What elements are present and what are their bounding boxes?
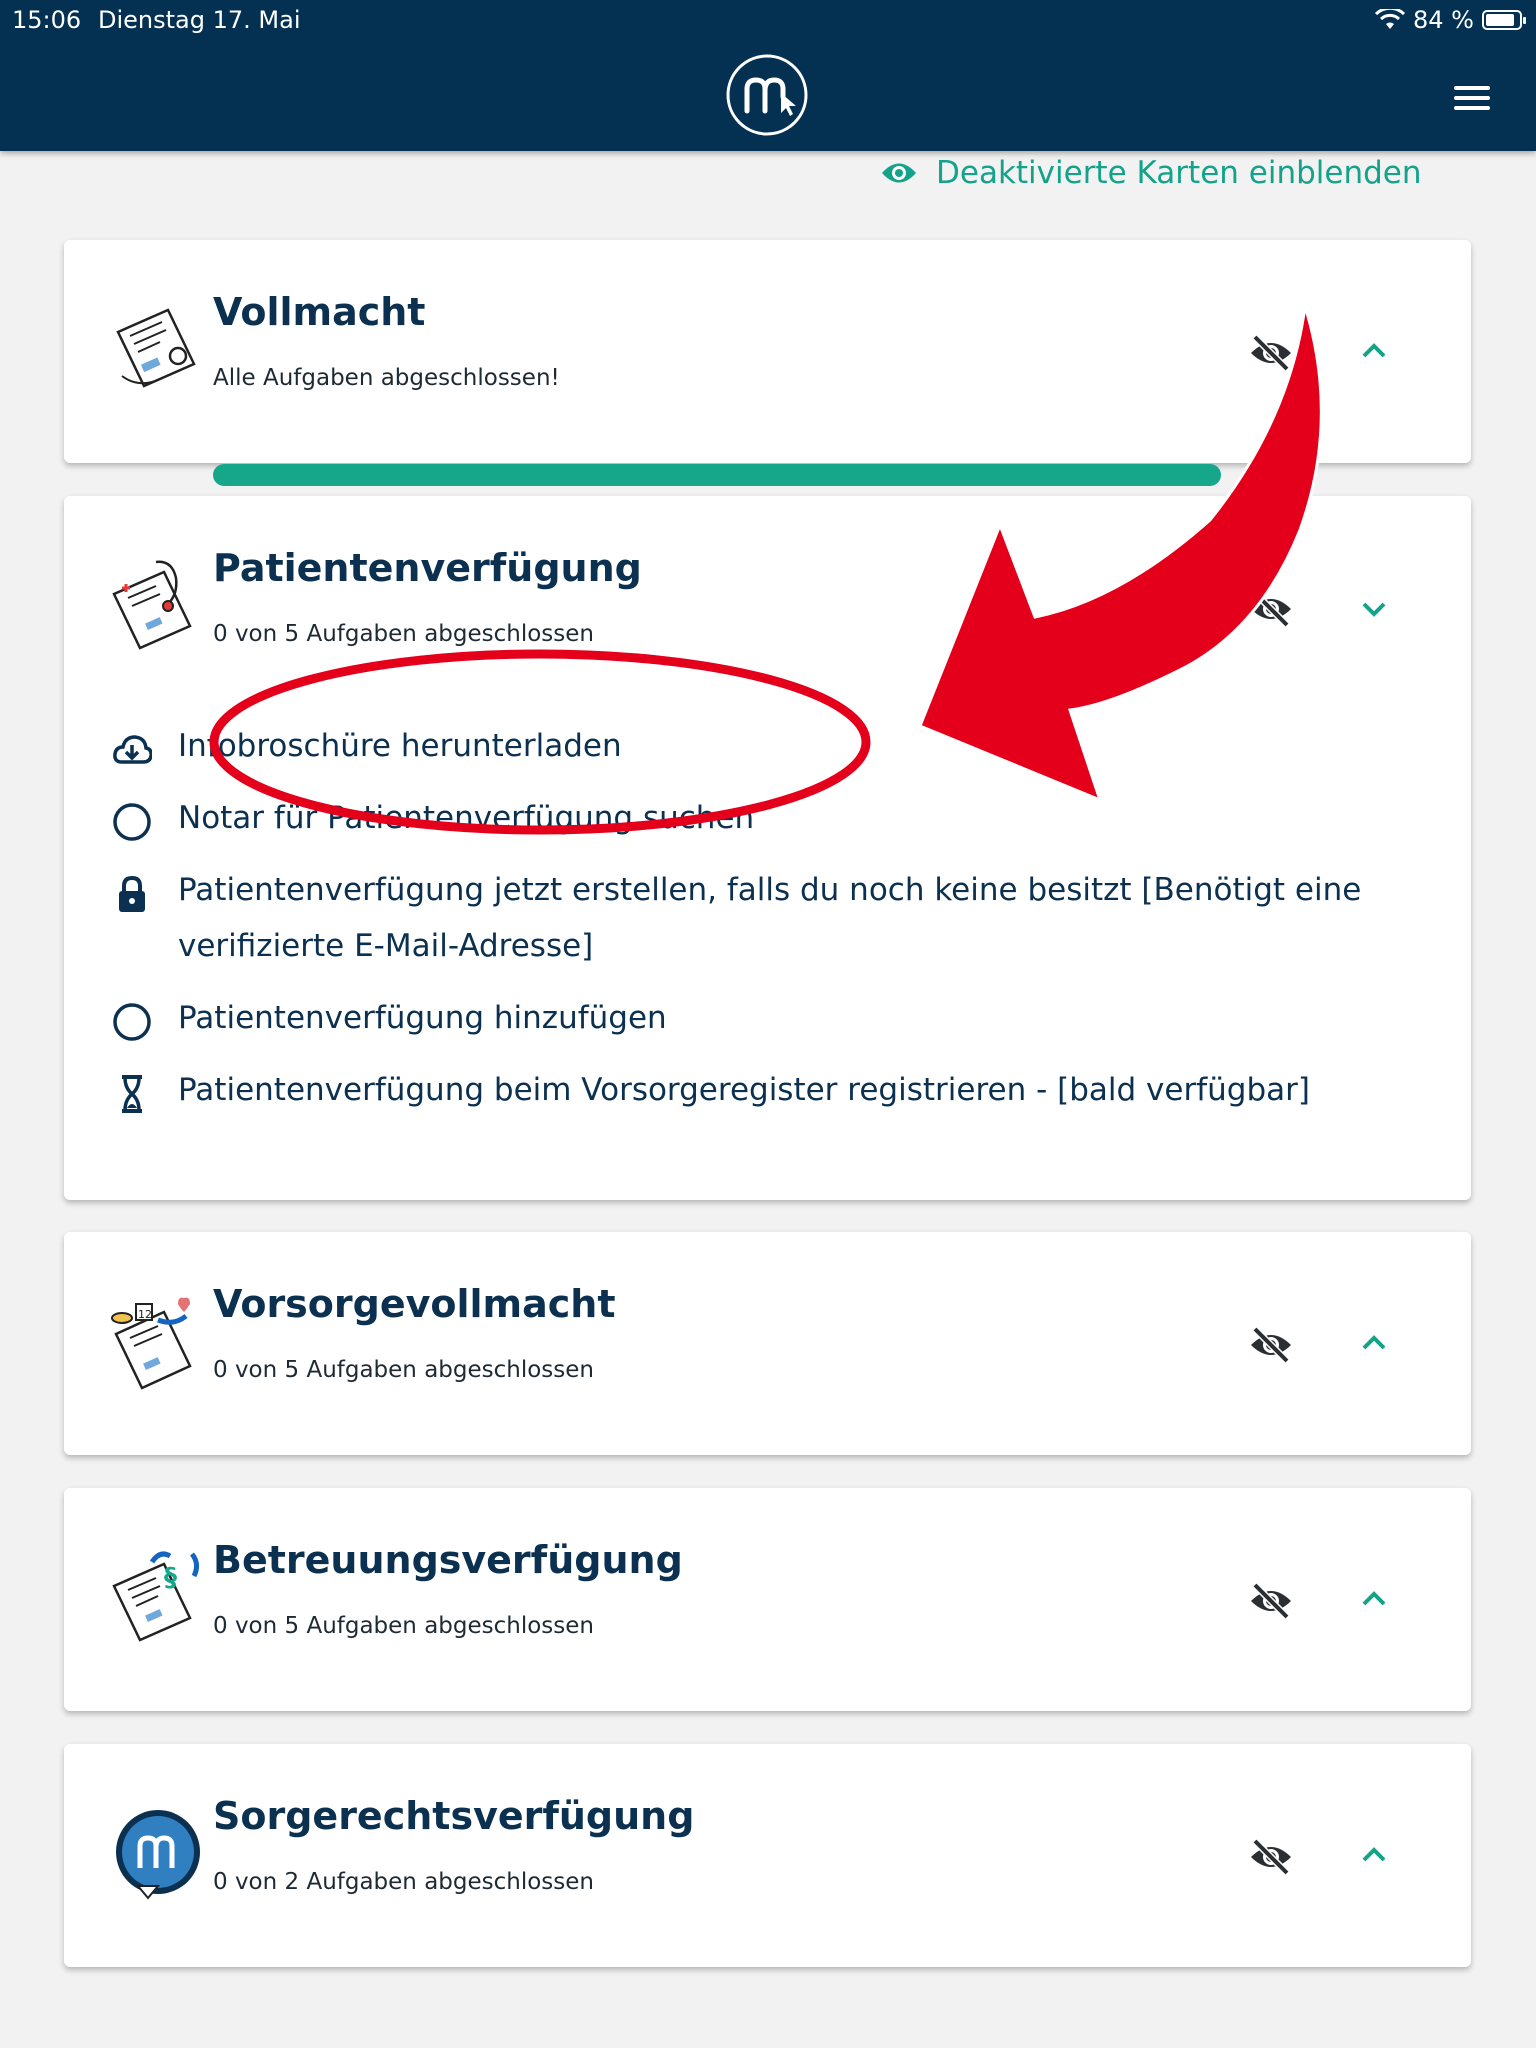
wifi-icon [1375,9,1406,29]
card-subtitle: 0 von 5 Aufgaben abgeschlossen [213,621,595,647]
show-disabled-label: Deaktivierte Karten einblenden [936,155,1422,191]
chevron-up-icon[interactable] [1356,334,1392,370]
card-subtitle: Alle Aufgaben abgeschlossen! [213,365,560,391]
menu-line [1454,86,1490,90]
hide-card-icon[interactable] [1247,329,1295,377]
menu-line [1454,96,1490,100]
hourglass-icon [122,1075,142,1113]
lock-icon [119,875,145,912]
chevron-up-icon[interactable] [1356,1326,1392,1362]
card-subtitle: 0 von 5 Aufgaben abgeschlossen [213,1357,595,1383]
card-title: Patientenverfügung [213,546,642,590]
menu-button[interactable] [1446,80,1496,116]
chevron-down-icon[interactable] [1356,590,1392,626]
cloud-download-icon [113,735,152,764]
status-date: Dienstag 17. Mai [98,6,301,34]
svg-text:§: § [164,1563,177,1593]
app-header: 15:06 Dienstag 17. Mai 84 % [0,0,1536,151]
menu-line [1454,106,1490,110]
task-label: Infobroschüre herunterladen [178,728,622,764]
document-paragraph-icon: § [112,1551,200,1642]
task-label: Notar für Patientenverfügung suchen [178,800,755,836]
battery-icon [1482,10,1526,30]
circle-icon[interactable] [112,802,152,842]
card-vorsorgevollmacht[interactable]: 12 Vorsorgevollmacht 0 von 5 Aufgaben ab… [64,1232,1471,1455]
hide-card-icon[interactable] [1247,1833,1295,1881]
eye-icon [882,163,916,183]
task-label: Patientenverfügung beim Vorsorgeregister… [178,1072,1310,1108]
circle-icon[interactable] [112,1002,152,1042]
card-title: Vollmacht [213,290,426,334]
status-time: 15:06 [12,6,82,34]
mein-logo-icon[interactable] [725,53,809,137]
hide-card-icon[interactable] [1247,585,1295,633]
chevron-up-icon[interactable] [1356,1838,1392,1874]
task-label: Patientenverfügung hinzufügen [178,1000,667,1036]
card-title: Vorsorgevollmacht [213,1282,616,1326]
hide-card-icon[interactable] [1247,1577,1295,1625]
card-title: Sorgerechtsverfügung [213,1794,695,1838]
chevron-up-icon[interactable] [1356,1582,1392,1618]
document-seal-icon [116,308,196,388]
status-right: 84 % [1375,6,1526,34]
card-vollmacht[interactable]: Vollmacht Alle Aufgaben abgeschlossen! [64,240,1471,486]
hide-card-icon[interactable] [1247,1321,1295,1369]
battery-percent: 84 % [1413,6,1474,34]
card-patientenverfuegung[interactable]: Patientenverfügung 0 von 5 Aufgaben abge… [64,496,1471,1200]
card-title: Betreuungsverfügung [213,1538,683,1582]
svg-text:12: 12 [138,1308,152,1321]
card-betreuungsverfuegung[interactable]: § Betreuungsverfügung 0 von 5 Aufgaben a… [64,1488,1471,1711]
card-subtitle: 0 von 2 Aufgaben abgeschlossen [213,1869,595,1895]
document-calendar-icon: 12 [111,1297,192,1390]
task-label: Patientenverfügung jetzt erstellen, fall… [178,872,1362,964]
mein-logo-hourglass-icon [116,1810,200,1900]
card-sorgerechtsverfuegung[interactable]: Sorgerechtsverfügung 0 von 2 Aufgaben ab… [64,1744,1471,1967]
card-subtitle: 0 von 5 Aufgaben abgeschlossen [213,1613,595,1639]
show-disabled-cards-link[interactable]: Deaktivierte Karten einblenden [880,155,1422,191]
progress-bar [213,464,1221,486]
medical-document-icon [112,560,192,650]
